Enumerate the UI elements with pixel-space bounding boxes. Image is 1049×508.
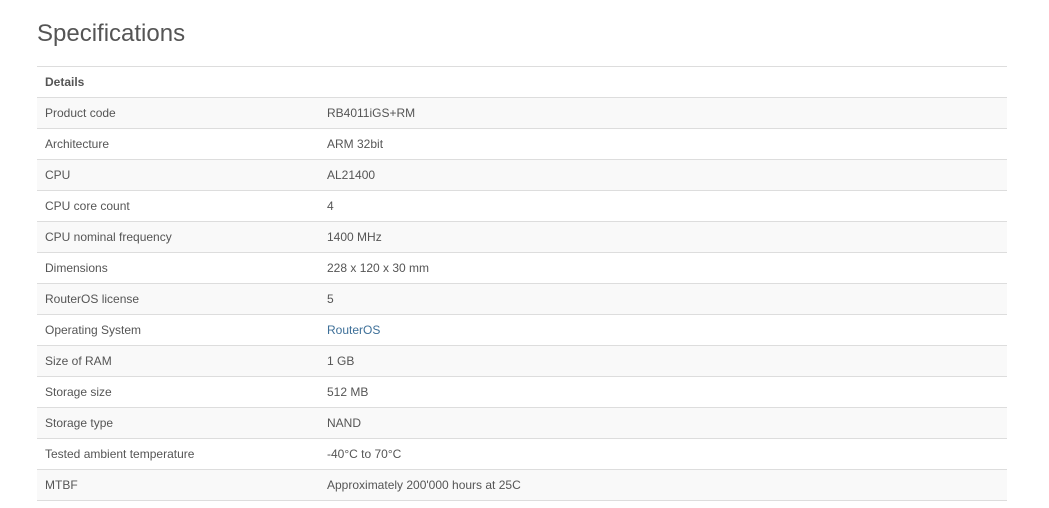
- table-row: Dimensions 228 x 120 x 30 mm: [37, 252, 1007, 284]
- spec-label: RouterOS license: [37, 283, 319, 315]
- spec-value: RouterOS: [319, 314, 1007, 346]
- spec-value: 4: [319, 190, 1007, 222]
- spec-label: CPU core count: [37, 190, 319, 222]
- spec-label: Product code: [37, 97, 319, 129]
- spec-value: ARM 32bit: [319, 128, 1007, 160]
- table-row: MTBF Approximately 200'000 hours at 25C: [37, 469, 1007, 501]
- table-row: RouterOS license 5: [37, 283, 1007, 315]
- spec-value: 1 GB: [319, 345, 1007, 377]
- spec-value: RB4011iGS+RM: [319, 97, 1007, 129]
- spec-value: 1400 MHz: [319, 221, 1007, 253]
- spec-value: Approximately 200'000 hours at 25C: [319, 469, 1007, 501]
- spec-value: 512 MB: [319, 376, 1007, 408]
- table-row: Architecture ARM 32bit: [37, 128, 1007, 160]
- spec-label: Architecture: [37, 128, 319, 160]
- spec-label: MTBF: [37, 469, 319, 501]
- spec-label: Size of RAM: [37, 345, 319, 377]
- spec-label: Operating System: [37, 314, 319, 346]
- routeros-link[interactable]: RouterOS: [327, 323, 380, 337]
- table-row: Size of RAM 1 GB: [37, 345, 1007, 377]
- spec-value: -40°C to 70°C: [319, 438, 1007, 470]
- spec-value: AL21400: [319, 159, 1007, 191]
- table-row: Product code RB4011iGS+RM: [37, 97, 1007, 129]
- spec-label: Tested ambient temperature: [37, 438, 319, 470]
- table-row: CPU core count 4: [37, 190, 1007, 222]
- table-row: Operating System RouterOS: [37, 314, 1007, 346]
- spec-value: 5: [319, 283, 1007, 315]
- spec-value: 228 x 120 x 30 mm: [319, 252, 1007, 284]
- table-row: Storage type NAND: [37, 407, 1007, 439]
- details-header: Details: [37, 66, 1007, 98]
- spec-label: Storage type: [37, 407, 319, 439]
- spec-label: Storage size: [37, 376, 319, 408]
- table-row: Tested ambient temperature -40°C to 70°C: [37, 438, 1007, 470]
- spec-label: CPU: [37, 159, 319, 191]
- table-header-row: Details: [37, 66, 1007, 98]
- specifications-table: Details Product code RB4011iGS+RM Archit…: [37, 66, 1007, 501]
- table-row: CPU AL21400: [37, 159, 1007, 191]
- spec-label: CPU nominal frequency: [37, 221, 319, 253]
- table-row: CPU nominal frequency 1400 MHz: [37, 221, 1007, 253]
- page-title: Specifications: [37, 20, 186, 47]
- spec-value: NAND: [319, 407, 1007, 439]
- table-row: Storage size 512 MB: [37, 376, 1007, 408]
- spec-label: Dimensions: [37, 252, 319, 284]
